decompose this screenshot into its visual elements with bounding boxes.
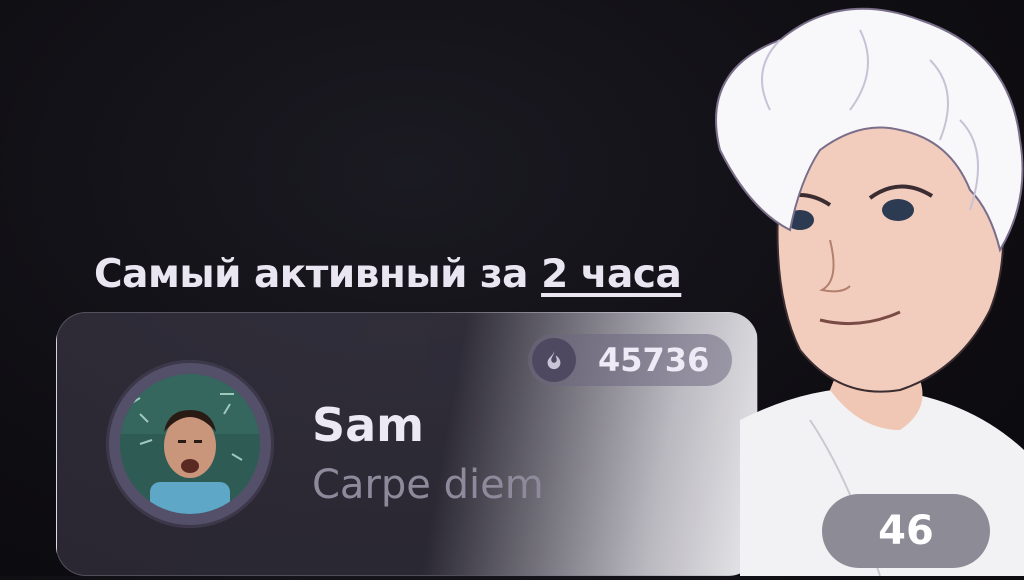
counter-badge: 46 [822,494,990,568]
character-illustration [660,0,1024,577]
flame-icon [532,338,576,382]
page-title: Самый активный за 2 часа [94,252,682,297]
avatar [120,374,260,514]
user-status: Carpe diem [312,462,544,508]
title-prefix: Самый активный за [94,252,542,297]
user-name: Sam [312,398,425,452]
counter-value: 46 [878,508,934,554]
